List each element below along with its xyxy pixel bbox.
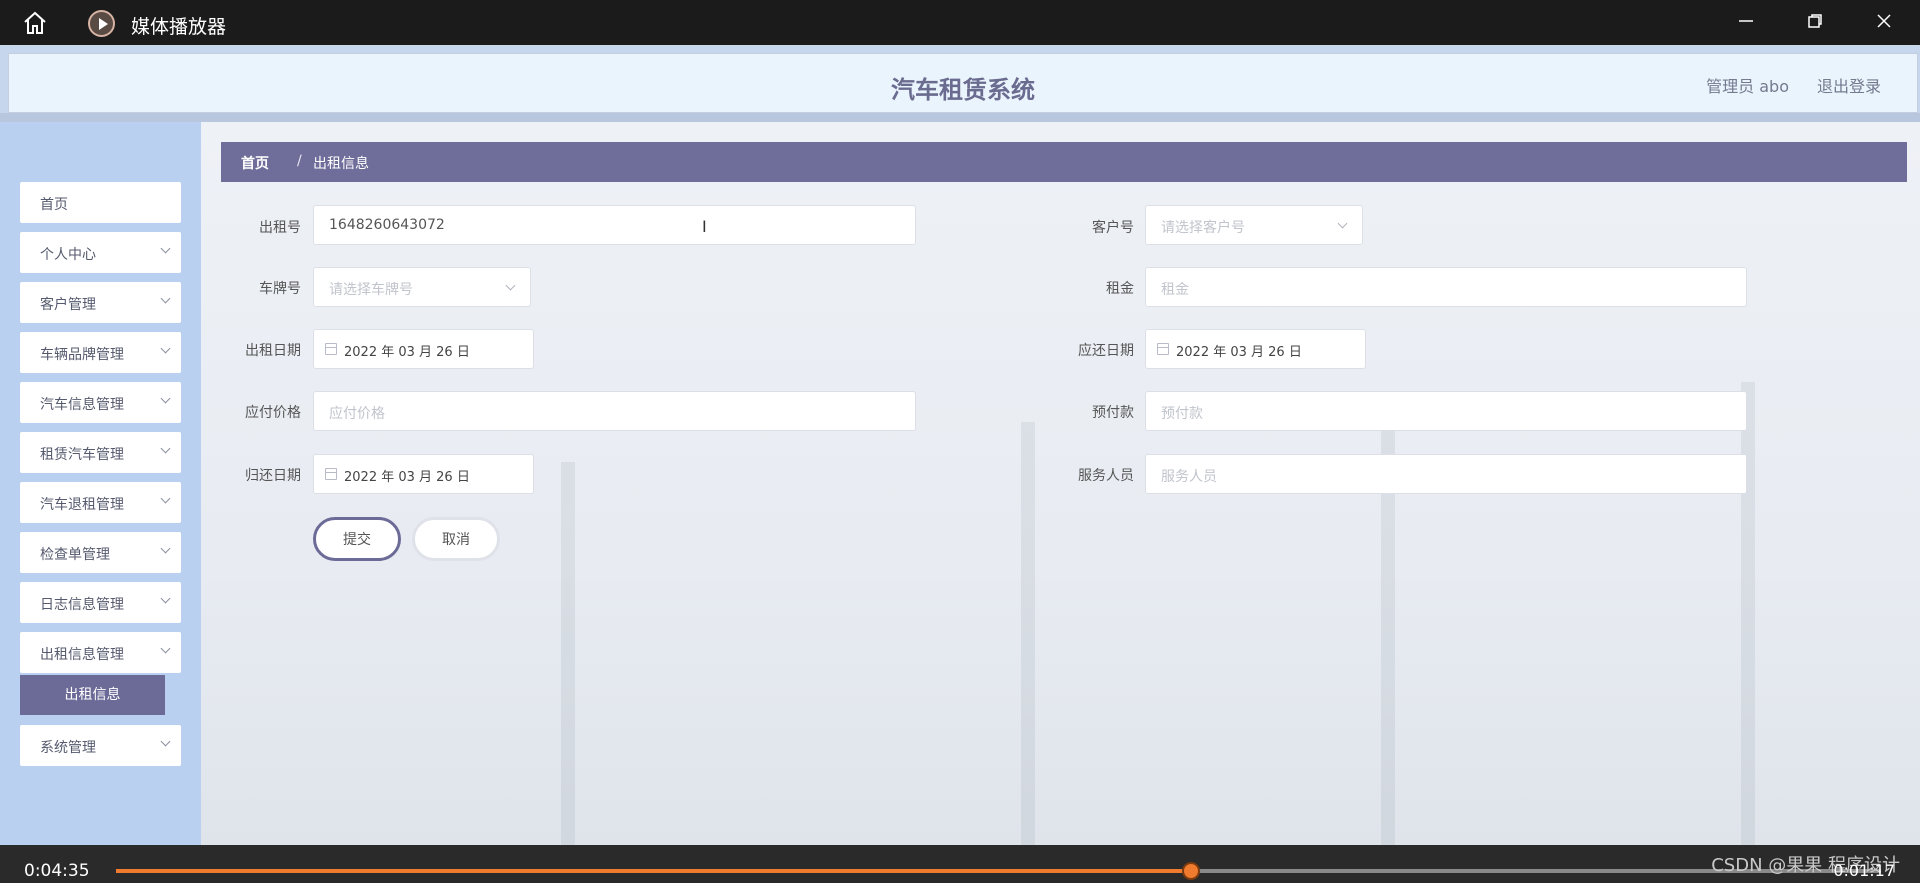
sidebar-item-label: 首页 [40, 197, 68, 213]
background-decoration [1741, 382, 1755, 845]
background-decoration [561, 462, 575, 845]
seek-bar[interactable] [116, 862, 1881, 880]
home-icon[interactable] [22, 11, 48, 35]
chevron-down-icon [160, 593, 171, 604]
staff-placeholder: 服务人员 [1161, 469, 1217, 485]
chevron-down-icon [160, 736, 171, 747]
staff-input[interactable]: 服务人员 [1145, 454, 1747, 494]
sidebar-item-label: 日志信息管理 [40, 597, 124, 613]
plate-no-label: 车牌号 [259, 281, 301, 297]
plate-no-select[interactable]: 请选择车牌号 [313, 267, 531, 307]
player-controls: 0:04:35 CSDN @果果 程序设计 0:01:17 [0, 845, 1920, 883]
customer-no-placeholder: 请选择客户号 [1161, 220, 1245, 236]
breadcrumb-home[interactable]: 首页 [241, 153, 269, 173]
rental-no-value: 1648260643072 [329, 217, 445, 233]
rent-label: 租金 [1106, 281, 1134, 297]
chevron-down-icon [160, 493, 171, 504]
calendar-icon [1157, 343, 1169, 355]
chevron-down-icon [160, 343, 171, 354]
sidebar-item-home[interactable]: 首页 [20, 182, 181, 223]
sidebar-item-label: 检查单管理 [40, 547, 110, 563]
chevron-down-icon [1337, 218, 1348, 229]
logout-link[interactable]: 退出登录 [1817, 73, 1881, 97]
sidebar-item-rentals[interactable]: 出租信息管理 [20, 632, 181, 673]
chevron-down-icon [160, 393, 171, 404]
sidebar-subitem-rental-info[interactable]: 出租信息 [20, 675, 165, 715]
rent-date-label: 出租日期 [245, 343, 301, 359]
calendar-icon [325, 468, 337, 480]
sidebar-item-inspections[interactable]: 检查单管理 [20, 532, 181, 573]
media-player-titlebar: 媒体播放器 [0, 0, 1920, 45]
chevron-down-icon [505, 280, 516, 291]
sidebar-item-customers[interactable]: 客户管理 [20, 282, 181, 323]
seek-handle[interactable] [1181, 862, 1200, 880]
cancel-button[interactable]: 取消 [412, 517, 500, 561]
sidebar-item-label: 个人中心 [40, 247, 96, 263]
admin-user: 管理员 abo [1706, 77, 1789, 96]
deposit-placeholder: 预付款 [1161, 406, 1203, 422]
payable-placeholder: 应付价格 [329, 406, 385, 422]
chevron-down-icon [160, 643, 171, 654]
breadcrumb-separator: / [297, 153, 302, 169]
sidebar-item-brands[interactable]: 车辆品牌管理 [20, 332, 181, 373]
app-window: 汽车租赁系统 管理员 abo 退出登录 首页 个人中心 客户管理 车辆品牌管理 … [0, 45, 1920, 845]
sidebar-item-system[interactable]: 系统管理 [20, 725, 181, 766]
close-button[interactable] [1871, 10, 1897, 36]
due-date-label: 应还日期 [1078, 343, 1134, 359]
sidebar-item-label: 汽车退租管理 [40, 497, 124, 513]
sidebar-item-cars[interactable]: 汽车信息管理 [20, 382, 181, 423]
sidebar-item-label: 汽车信息管理 [40, 397, 124, 413]
sidebar: 首页 个人中心 客户管理 车辆品牌管理 汽车信息管理 租赁汽车管理 汽车退租管理… [0, 122, 201, 845]
due-date-value: 2022 年 03 月 26 日 [1176, 345, 1302, 360]
deposit-label: 预付款 [1092, 405, 1134, 421]
sidebar-item-label: 系统管理 [40, 740, 96, 756]
sidebar-item-label: 车辆品牌管理 [40, 347, 124, 363]
background-decoration [1021, 422, 1035, 845]
sidebar-item-returns[interactable]: 汽车退租管理 [20, 482, 181, 523]
sidebar-item-leasing[interactable]: 租赁汽车管理 [20, 432, 181, 473]
media-player-logo-icon [88, 10, 115, 37]
breadcrumb: 首页 / 出租信息 [221, 142, 1907, 182]
return-date-value: 2022 年 03 月 26 日 [344, 470, 470, 485]
chevron-down-icon [160, 293, 171, 304]
seek-bar-fill [116, 869, 1191, 873]
payable-input[interactable]: 应付价格 [313, 391, 916, 431]
customer-no-label: 客户号 [1092, 220, 1134, 236]
customer-no-select[interactable]: 请选择客户号 [1145, 205, 1363, 245]
payable-label: 应付价格 [245, 405, 301, 421]
system-title: 汽车租赁系统 [891, 76, 1035, 104]
remaining-time: 0:01:17 [1833, 861, 1895, 880]
return-date-label: 归还日期 [245, 468, 301, 484]
calendar-icon [325, 343, 337, 355]
chevron-down-icon [160, 443, 171, 454]
breadcrumb-current: 出租信息 [313, 156, 369, 172]
rental-no-label: 出租号 [259, 220, 301, 236]
rent-input[interactable]: 租金 [1145, 267, 1747, 307]
minimize-button[interactable] [1733, 10, 1759, 36]
staff-label: 服务人员 [1078, 468, 1134, 484]
app-title: 媒体播放器 [131, 16, 227, 38]
sidebar-item-personal[interactable]: 个人中心 [20, 232, 181, 273]
rental-no-input[interactable]: 1648260643072 [313, 205, 916, 245]
deposit-input[interactable]: 预付款 [1145, 391, 1747, 431]
sidebar-item-label: 客户管理 [40, 297, 96, 313]
sidebar-item-label: 租赁汽车管理 [40, 447, 124, 463]
submit-button[interactable]: 提交 [313, 517, 401, 561]
text-cursor-icon: I [702, 217, 707, 236]
sidebar-item-label: 出租信息管理 [40, 647, 124, 663]
app-header: 汽车租赁系统 管理员 abo 退出登录 [8, 53, 1918, 113]
rent-placeholder: 租金 [1161, 282, 1189, 298]
plate-no-placeholder: 请选择车牌号 [329, 282, 413, 298]
rent-date-picker[interactable]: 2022 年 03 月 26 日 [313, 329, 534, 369]
elapsed-time: 0:04:35 [24, 861, 90, 881]
chevron-down-icon [160, 543, 171, 554]
return-date-picker[interactable]: 2022 年 03 月 26 日 [313, 454, 534, 494]
sidebar-item-logs[interactable]: 日志信息管理 [20, 582, 181, 623]
due-date-picker[interactable]: 2022 年 03 月 26 日 [1145, 329, 1366, 369]
chevron-down-icon [160, 243, 171, 254]
rent-date-value: 2022 年 03 月 26 日 [344, 345, 470, 360]
restore-button[interactable] [1802, 10, 1828, 36]
